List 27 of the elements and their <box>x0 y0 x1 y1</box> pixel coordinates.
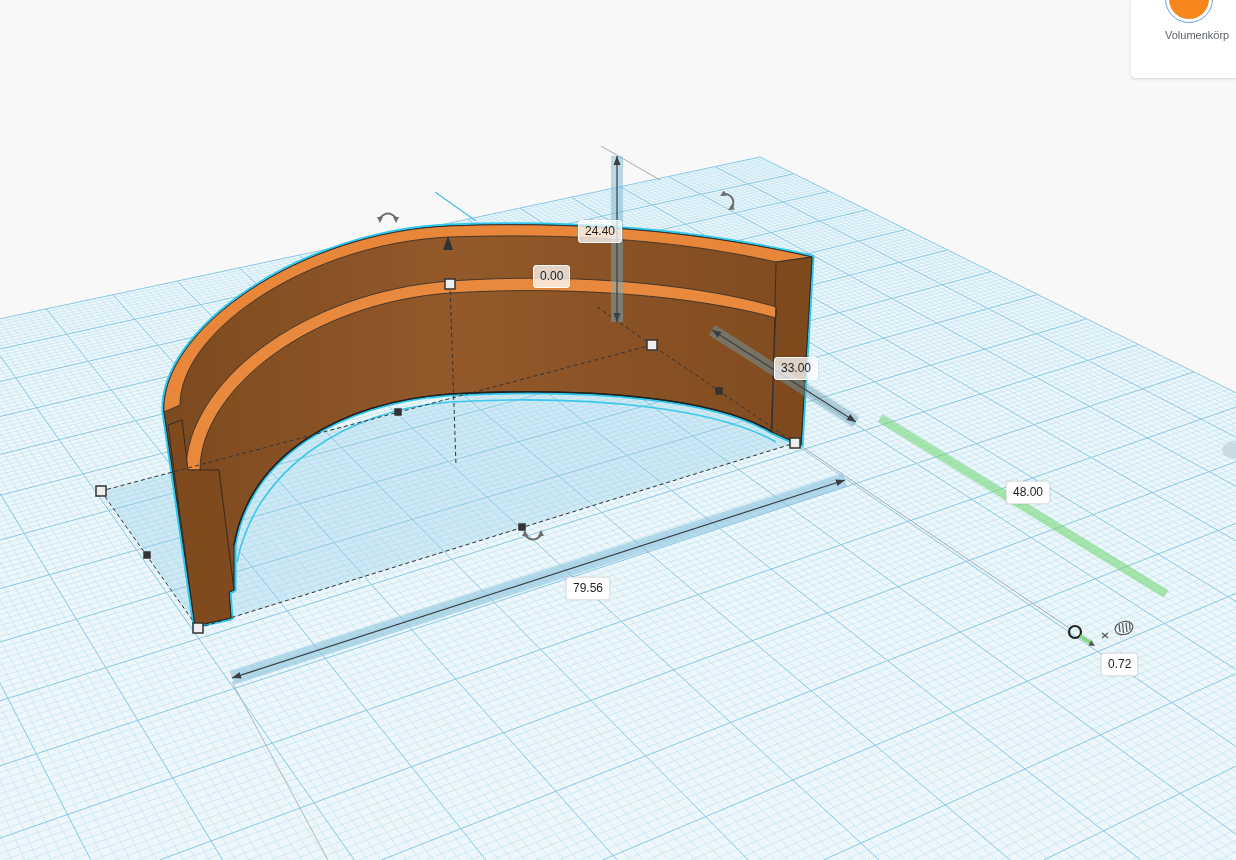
edge-handle[interactable] <box>518 523 526 531</box>
dimension-value[interactable]: 48.00 <box>1006 481 1051 504</box>
corner-handle[interactable] <box>646 339 658 351</box>
corner-handle[interactable] <box>192 622 204 634</box>
curved-wall-drawing[interactable] <box>161 222 815 629</box>
guide-line <box>600 145 661 181</box>
shape-card[interactable]: Volumenkörp <box>1131 0 1236 78</box>
dimension-value[interactable]: 24.40 <box>578 220 623 243</box>
cone-handle[interactable] <box>443 236 453 250</box>
ruler-origin-handle[interactable] <box>1067 624 1095 646</box>
shape-label: Volumenkörp <box>1165 29 1231 42</box>
edge-handle[interactable] <box>394 408 402 416</box>
x-mark-icon[interactable] <box>1101 632 1109 639</box>
rotate-arrow-icon[interactable] <box>522 530 544 541</box>
axis-line <box>434 191 477 222</box>
striped-circle-icon[interactable] <box>1114 620 1134 636</box>
dimension-value[interactable]: 0.00 <box>533 265 571 288</box>
edge-handle[interactable] <box>715 387 723 395</box>
rotate-arrow-icon[interactable] <box>377 212 399 223</box>
corner-handle[interactable] <box>789 437 801 449</box>
rotate-arrow-icon[interactable] <box>720 190 735 210</box>
edge-handle[interactable] <box>143 551 151 559</box>
corner-handle[interactable] <box>444 278 456 290</box>
dimension-value[interactable]: 79.56 <box>566 577 611 600</box>
dimension-value[interactable]: 33.00 <box>774 357 819 380</box>
dimension-value[interactable]: 0.72 <box>1101 653 1139 676</box>
corner-handle[interactable] <box>95 485 107 497</box>
